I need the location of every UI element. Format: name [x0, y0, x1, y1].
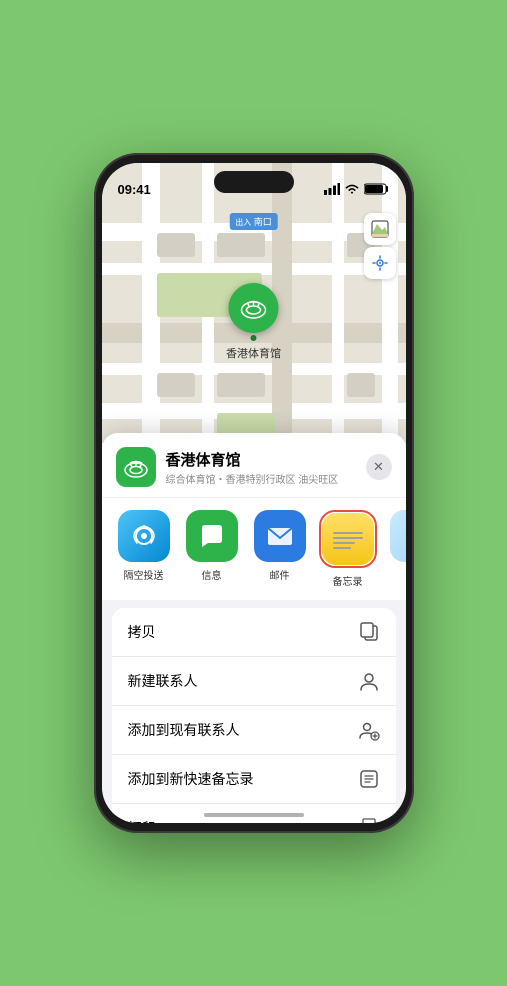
home-indicator [204, 813, 304, 817]
status-time: 09:41 [118, 182, 151, 197]
location-icon [372, 255, 388, 271]
share-item-more[interactable]: 提 [386, 510, 406, 588]
wifi-icon [344, 183, 360, 195]
venue-info: 香港体育馆 综合体育馆・香港特别行政区 油尖旺区 [166, 449, 366, 486]
pin-label: 香港体育馆 [226, 345, 281, 361]
new-contact-svg-icon [358, 670, 380, 692]
notes-label: 备忘录 [333, 573, 363, 588]
action-add-contact[interactable]: 添加到现有联系人 [112, 706, 396, 755]
notes-line-4 [333, 547, 351, 549]
action-quick-note[interactable]: 添加到新快速备忘录 [112, 755, 396, 804]
notes-line-2 [333, 537, 363, 539]
airdrop-label: 隔空投送 [124, 567, 164, 582]
action-copy-label: 拷贝 [128, 622, 156, 642]
map-type-button[interactable] [364, 213, 396, 245]
messages-icon-bg [186, 510, 238, 562]
venue-stadium-icon [122, 453, 150, 481]
share-row: 隔空投送 信息 [102, 498, 406, 600]
quick-note-icon [358, 768, 380, 790]
venue-subtitle: 综合体育馆・香港特别行政区 油尖旺区 [166, 471, 366, 486]
mail-label: 邮件 [270, 567, 290, 582]
sheet-header: 香港体育馆 综合体育馆・香港特别行政区 油尖旺区 ✕ [102, 433, 406, 497]
add-contact-icon [358, 719, 380, 741]
dynamic-island [214, 171, 294, 193]
messages-icon [196, 520, 228, 552]
new-contact-icon [358, 670, 380, 692]
pin-circle [229, 283, 279, 333]
mail-icon-bg [254, 510, 306, 562]
action-list: 拷贝 新建联系人 [112, 608, 396, 823]
action-new-contact[interactable]: 新建联系人 [112, 657, 396, 706]
mail-icon [264, 520, 296, 552]
share-item-notes[interactable]: 备忘录 [318, 510, 378, 588]
share-item-airdrop[interactable]: 隔空投送 [114, 510, 174, 588]
location-button[interactable] [364, 247, 396, 279]
close-button[interactable]: ✕ [366, 454, 392, 480]
venue-name: 香港体育馆 [166, 449, 366, 470]
stadium-icon [239, 293, 269, 323]
action-copy[interactable]: 拷贝 [112, 608, 396, 657]
airdrop-icon-bg [118, 510, 170, 562]
status-icons [324, 183, 390, 195]
notes-highlight-border [319, 510, 377, 568]
stadium-pin: 香港体育馆 [226, 283, 281, 361]
print-icon [358, 817, 380, 823]
quick-note-svg-icon [358, 768, 380, 790]
notes-line-3 [333, 542, 355, 544]
action-print-label: 打印 [128, 818, 156, 823]
notes-line-1 [333, 532, 363, 534]
share-item-messages[interactable]: 信息 [182, 510, 242, 588]
notes-icon-bg [322, 513, 374, 565]
signal-icon [324, 183, 340, 195]
more-icon-bg [390, 510, 406, 562]
battery-icon [364, 183, 390, 195]
bottom-sheet: 香港体育馆 综合体育馆・香港特别行政区 油尖旺区 ✕ [102, 433, 406, 823]
action-quick-note-label: 添加到新快速备忘录 [128, 769, 254, 789]
print-svg-icon [358, 817, 380, 823]
add-contact-svg-icon [358, 719, 380, 741]
messages-label: 信息 [202, 567, 222, 582]
notes-lines [329, 526, 367, 553]
action-add-contact-label: 添加到现有联系人 [128, 720, 240, 740]
phone-screen: 09:41 [102, 163, 406, 823]
more-circles-icon [400, 520, 406, 552]
share-item-mail[interactable]: 邮件 [250, 510, 310, 588]
map-entrance-label: 出入 南口 [229, 213, 278, 230]
phone-frame: 09:41 [94, 153, 414, 833]
pin-dot [251, 335, 257, 341]
action-new-contact-label: 新建联系人 [128, 671, 198, 691]
airdrop-icon [129, 521, 159, 551]
venue-icon [116, 447, 156, 487]
copy-icon [358, 621, 380, 643]
map-controls[interactable] [364, 213, 396, 279]
copy-svg-icon [358, 621, 380, 643]
map-type-icon [371, 220, 389, 238]
